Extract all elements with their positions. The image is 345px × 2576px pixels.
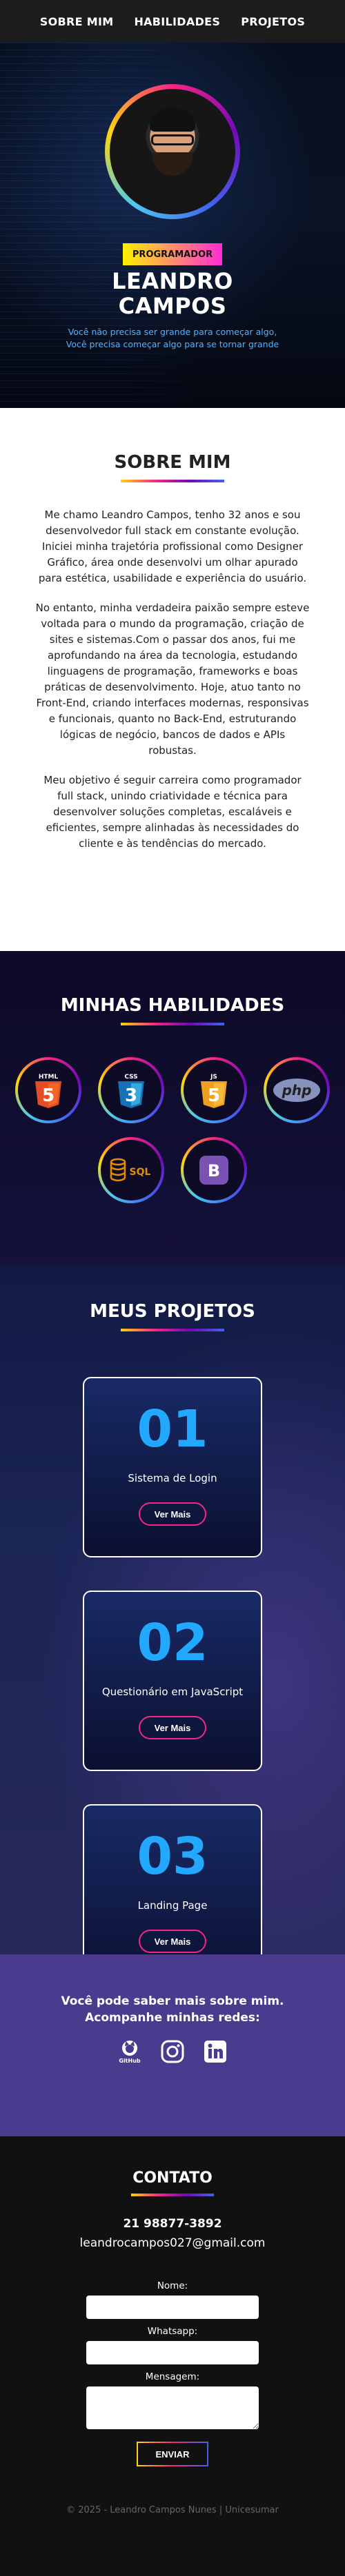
svg-text:GitHub: GitHub — [119, 2058, 141, 2064]
skills-title: MINHAS HABILIDADES — [60, 995, 285, 1016]
svg-text:HTML: HTML — [39, 1074, 59, 1081]
message-field[interactable] — [86, 2386, 259, 2429]
linkedin-icon[interactable] — [202, 2038, 228, 2065]
php-icon: php — [273, 1079, 320, 1102]
about-paragraph-3: Meu objetivo é seguir carreira como prog… — [43, 774, 302, 850]
github-icon[interactable]: GitHub — [117, 2038, 143, 2065]
contact-title: CONTATO — [132, 2169, 213, 2187]
social-section: Você pode saber mais sobre mim. Acompanh… — [0, 1954, 345, 2136]
project-card: 03 Landing Page Ver Mais — [83, 1804, 262, 1954]
contact-section: CONTATO 21 98877-3892 leandrocampos027@g… — [0, 2136, 345, 2575]
hero-name: LEANDRO CAMPOS — [112, 268, 233, 319]
about-paragraph-2: No entanto, minha verdadeira paixão semp… — [35, 602, 310, 757]
about-section: SOBRE MIM Me chamo Leandro Campos, tenho… — [0, 408, 345, 951]
svg-text:5: 5 — [42, 1085, 55, 1106]
svg-text:CSS: CSS — [124, 1074, 137, 1081]
whatsapp-label: Whatsapp: — [147, 2326, 198, 2337]
title-underline — [131, 2194, 214, 2196]
skills-grid: HTML 5 CSS 3 JS 5 php SQL B — [0, 1057, 345, 1203]
project-name: Sistema de Login — [128, 1472, 217, 1484]
ver-mais-button[interactable]: Ver Mais — [139, 1502, 206, 1526]
hero-section: PROGRAMADOR LEANDRO CAMPOS Você não preci… — [0, 43, 345, 408]
project-name: Landing Page — [137, 1899, 208, 1912]
project-name: Questionário em JavaScript — [101, 1686, 244, 1698]
contact-email: leandrocampos027@gmail.com — [79, 2236, 266, 2250]
projects-section: MEUS PROJETOS 01 Sistema de Login Ver Ma… — [0, 1265, 345, 1954]
send-button[interactable]: ENVIAR — [137, 2442, 208, 2466]
title-underline — [121, 1329, 224, 1331]
database-icon: SQL — [110, 1158, 151, 1182]
name-field[interactable] — [86, 2296, 259, 2319]
project-card: 02 Questionário em JavaScript Ver Mais — [83, 1591, 262, 1771]
name-label: Nome: — [157, 2280, 188, 2291]
nav-habilidades[interactable]: HABILIDADES — [134, 15, 220, 28]
svg-text:JS: JS — [210, 1074, 217, 1081]
contact-phone: 21 98877-3892 — [123, 2217, 222, 2231]
bootstrap-icon: B — [199, 1156, 228, 1185]
javascript-icon: JS 5 — [201, 1074, 227, 1108]
project-number: 01 — [137, 1400, 208, 1459]
hero-tagline-1: Você não precisa ser grande para começar… — [68, 327, 277, 337]
html5-icon: HTML 5 — [35, 1074, 61, 1108]
social-text: Você pode saber mais sobre mim. Acompanh… — [61, 1994, 284, 2025]
skill-js: JS 5 — [181, 1057, 247, 1123]
skill-sql: SQL — [98, 1137, 164, 1203]
title-underline — [121, 480, 224, 482]
svg-text:php: php — [282, 1082, 312, 1098]
role-badge: PROGRAMADOR — [123, 243, 222, 265]
footer-copyright: © 2025 - Leandro Campos Nunes | Unicesum… — [66, 2505, 279, 2515]
svg-text:B: B — [208, 1161, 220, 1180]
skill-php: php — [264, 1057, 330, 1123]
project-number: 03 — [137, 1827, 208, 1886]
skill-bootstrap: B — [181, 1137, 247, 1203]
ver-mais-button[interactable]: Ver Mais — [139, 1716, 206, 1739]
svg-text:SQL: SQL — [130, 1167, 151, 1178]
projects-title: MEUS PROJETOS — [90, 1301, 255, 1322]
project-number: 02 — [137, 1613, 208, 1673]
whatsapp-field[interactable] — [86, 2341, 259, 2364]
avatar — [110, 89, 235, 214]
nav-projetos[interactable]: PROJETOS — [241, 15, 305, 28]
title-underline — [121, 1023, 224, 1025]
svg-text:3: 3 — [125, 1085, 137, 1106]
hero-tagline-2: Você precisa começar algo para se tornar… — [66, 339, 279, 349]
avatar-ring — [105, 84, 240, 219]
top-nav: SOBRE MIM HABILIDADES PROJETOS — [0, 0, 345, 43]
social-icons: GitHub — [0, 2038, 345, 2065]
message-label: Mensagem: — [145, 2371, 200, 2382]
nav-sobre-mim[interactable]: SOBRE MIM — [40, 15, 114, 28]
svg-text:5: 5 — [208, 1085, 220, 1106]
about-paragraph-1: Me chamo Leandro Campos, tenho 32 anos e… — [38, 509, 307, 584]
skills-section: MINHAS HABILIDADES HTML 5 CSS 3 JS 5 php SQ… — [0, 951, 345, 1265]
skill-html: HTML 5 — [15, 1057, 81, 1123]
about-title: SOBRE MIM — [114, 452, 231, 473]
ver-mais-button[interactable]: Ver Mais — [139, 1930, 206, 1953]
project-card: 01 Sistema de Login Ver Mais — [83, 1377, 262, 1557]
instagram-icon[interactable] — [159, 2038, 186, 2065]
css3-icon: CSS 3 — [118, 1074, 144, 1108]
skill-css: CSS 3 — [98, 1057, 164, 1123]
